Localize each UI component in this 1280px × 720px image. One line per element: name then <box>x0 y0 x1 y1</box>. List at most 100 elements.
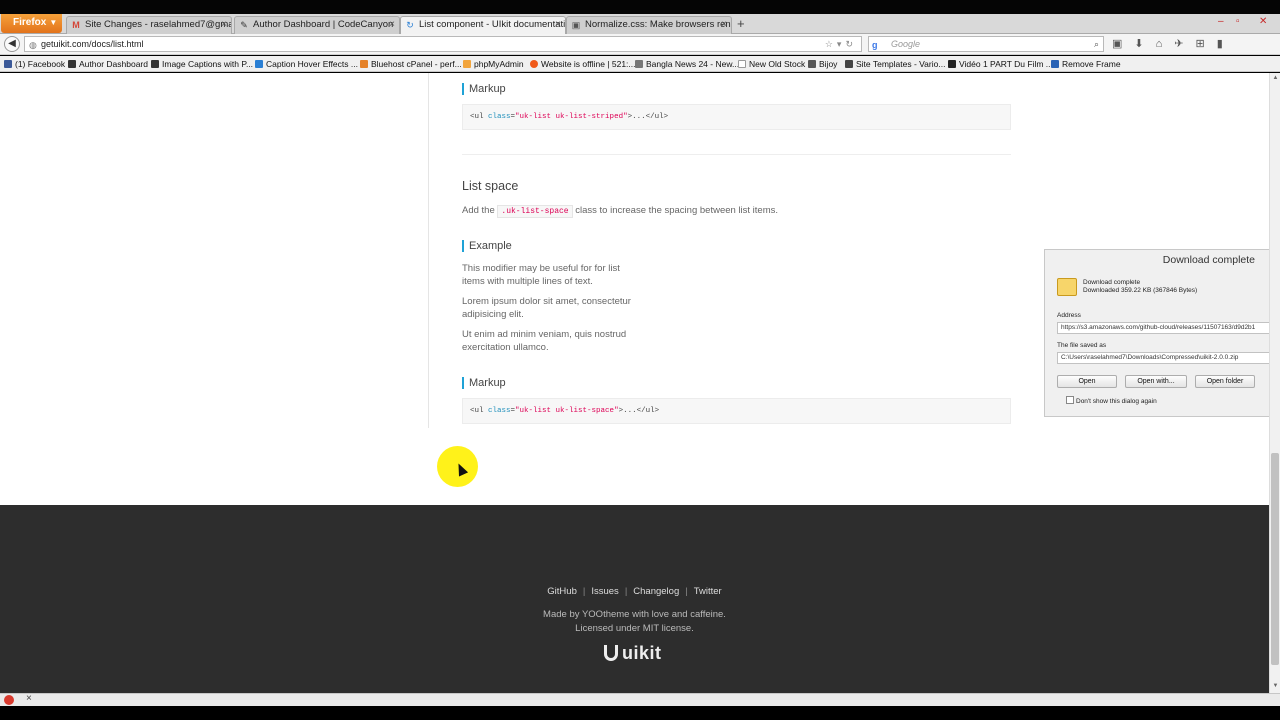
code-block-striped: <ul class="uk-list uk-list-striped">...<… <box>462 104 1011 130</box>
uikit-logo[interactable]: uikit <box>604 643 662 664</box>
bottom-strip <box>0 706 1280 720</box>
open-with-button[interactable]: Open with... <box>1125 375 1187 388</box>
url-bar-icons: ☆▾↻ <box>825 37 857 51</box>
bookmark-item[interactable]: Bijoy <box>808 58 837 70</box>
navigation-bar: ◀ ◍ getuikit.com/docs/list.html ☆▾↻ g Go… <box>0 34 1280 55</box>
url-bar[interactable]: ◍ getuikit.com/docs/list.html ☆▾↻ <box>24 36 862 52</box>
loading-icon: ↻ <box>406 20 414 30</box>
scroll-up-icon[interactable]: ▲ <box>1271 75 1280 81</box>
code-block-space: <ul class="uk-list uk-list-space">...</u… <box>462 398 1011 424</box>
inline-code: .uk-list-space <box>497 205 573 218</box>
bookmark-label: Site Templates - Vario... <box>856 59 946 69</box>
close-icon[interactable]: × <box>555 17 561 33</box>
bookmark-label: phpMyAdmin <box>474 59 524 69</box>
scroll-down-icon[interactable]: ▼ <box>1271 683 1280 689</box>
dont-show-checkbox[interactable] <box>1066 396 1074 404</box>
search-bar[interactable]: g Google ⌕ <box>868 36 1104 52</box>
cpanel-icon <box>360 60 368 68</box>
star-icon[interactable]: ☆ <box>825 39 837 49</box>
blank-page-icon <box>738 60 746 68</box>
list-item: Ut enim ad minim veniam, quis nostrud ex… <box>462 329 627 353</box>
footer-made-by: Made by YOOtheme with love and caffeine. <box>543 609 726 620</box>
desc-text: class to increase the spacing between li… <box>572 205 779 216</box>
list-item: Lorem ipsum dolor sit amet, consectetur … <box>462 296 631 320</box>
scrollbar-thumb[interactable] <box>1271 453 1279 665</box>
open-button[interactable]: Open <box>1057 375 1117 388</box>
reload-icon[interactable]: ↻ <box>845 39 857 49</box>
markup-heading: Markup <box>462 377 506 389</box>
close-icon[interactable]: × <box>389 17 395 33</box>
bookmark-item[interactable]: Site Templates - Vario... <box>845 58 945 70</box>
arrow-left-icon: ◀ <box>8 38 16 49</box>
firefox-menu-button[interactable]: Firefox ▼ <box>1 14 62 33</box>
close-icon[interactable]: × <box>26 693 32 704</box>
addon-icon[interactable]: ✈ <box>1174 38 1195 50</box>
bookmark-item[interactable]: Caption Hover Effects ... <box>255 58 358 70</box>
bookmark-item[interactable]: Bangla News 24 - New... <box>635 58 739 70</box>
screenshot-icon[interactable]: ▣ <box>1112 38 1134 50</box>
tab-label: Site Changes - raselahmed7@gmail.c... <box>85 19 231 30</box>
code-token: >...</ul> <box>627 113 669 121</box>
minimize-icon[interactable]: – <box>1218 16 1224 27</box>
footer-link-issues[interactable]: Issues <box>591 586 618 597</box>
close-icon[interactable]: × <box>721 17 727 33</box>
tab-bar: Firefox ▼ M Site Changes - raselahmed7@gm… <box>0 14 1280 34</box>
tab-uikit-list[interactable]: ↻ List component - UIkit documentation × <box>400 16 566 34</box>
bookmark-item[interactable]: Bluehost cPanel - perf... <box>360 58 462 70</box>
facebook-icon <box>4 60 12 68</box>
bookmark-item[interactable]: Remove Frame <box>1051 58 1121 70</box>
bookmark-item[interactable]: Image Captions with P... <box>151 58 253 70</box>
code-string: "uk-list uk-list-striped" <box>515 113 628 121</box>
code-string: "uk-list uk-list-space" <box>515 407 619 415</box>
vertical-scrollbar[interactable]: ▲ ▼ <box>1269 73 1280 693</box>
bookmark-label: New Old Stock <box>749 59 806 69</box>
chevron-down-icon: ▼ <box>49 18 58 27</box>
close-icon[interactable]: × <box>221 17 227 33</box>
open-folder-button[interactable]: Open folder <box>1195 375 1255 388</box>
code-token: >...</ul> <box>618 407 660 415</box>
bookmark-item[interactable]: (1) Facebook <box>4 58 65 70</box>
bookmark-label: Bangla News 24 - New... <box>646 59 740 69</box>
saved-path-field[interactable]: C:\Users\raselahmed7\Downloads\Compresse… <box>1057 352 1280 364</box>
footer-link-changelog[interactable]: Changelog <box>633 586 679 597</box>
download-icon[interactable]: ⬇ <box>1134 38 1155 50</box>
address-field[interactable]: https://s3.amazonaws.com/github-cloud/re… <box>1057 322 1280 334</box>
bookmark-item[interactable]: Website is offline | 521:... <box>530 58 636 70</box>
footer-license: Licensed under MIT license. <box>575 623 694 634</box>
home-icon[interactable]: ⌂ <box>1156 38 1175 50</box>
bookmark-item[interactable]: phpMyAdmin <box>463 58 524 70</box>
bookmark-label: Vidéo 1 PART Du Film ... <box>959 59 1053 69</box>
dialog-title-text: Download complete <box>1162 254 1255 266</box>
footer-link-github[interactable]: GitHub <box>547 586 577 597</box>
download-detail: Downloaded 359.22 KB (367846 Bytes) <box>1083 287 1198 294</box>
bookmark-side-icon[interactable]: ▮ <box>1217 38 1235 50</box>
bookmark-item[interactable]: Author Dashboard <box>68 58 148 70</box>
tab-author-dashboard[interactable]: ✎ Author Dashboard | CodeCanyon × <box>234 16 400 34</box>
address-label: Address <box>1057 312 1081 319</box>
dont-show-label: Don't show this dialog again <box>1076 398 1157 405</box>
addon-icon[interactable] <box>4 695 14 705</box>
back-button[interactable]: ◀ <box>4 36 20 52</box>
list-item: This modifier may be useful for for list… <box>462 263 620 287</box>
separator: | <box>624 586 628 597</box>
new-tab-icon[interactable]: + <box>737 17 749 31</box>
tab-normalize[interactable]: ▣ Normalize.css: Make browsers render ..… <box>566 16 732 34</box>
bookmark-label: Author Dashboard <box>79 59 148 69</box>
bookmark-label: Remove Frame <box>1062 59 1121 69</box>
bookmark-item[interactable]: New Old Stock <box>738 58 805 70</box>
page-footer: GitHub | Issues | Changelog | Twitter Made by … <box>0 505 1269 693</box>
window-close-icon[interactable]: ✕ <box>1259 16 1267 27</box>
tab-gmail[interactable]: M Site Changes - raselahmed7@gmail.c... … <box>66 16 232 34</box>
desc-text: Add the <box>462 205 498 216</box>
restore-icon[interactable]: ▫ <box>1236 16 1240 27</box>
bookmark-page-icon <box>948 60 956 68</box>
url-text: getuikit.com/docs/list.html <box>41 39 144 49</box>
bookmark-label: Bluehost cPanel - perf... <box>371 59 462 69</box>
search-icon[interactable]: ⌕ <box>1094 37 1099 51</box>
bookmark-item[interactable]: Vidéo 1 PART Du Film ... <box>948 58 1053 70</box>
menu-icon[interactable]: ⊞ <box>1196 38 1217 50</box>
firefox-menu-label: Firefox <box>13 17 47 28</box>
addon-bar: × <box>0 693 1280 706</box>
envato-icon <box>68 60 76 68</box>
footer-link-twitter[interactable]: Twitter <box>694 586 722 597</box>
